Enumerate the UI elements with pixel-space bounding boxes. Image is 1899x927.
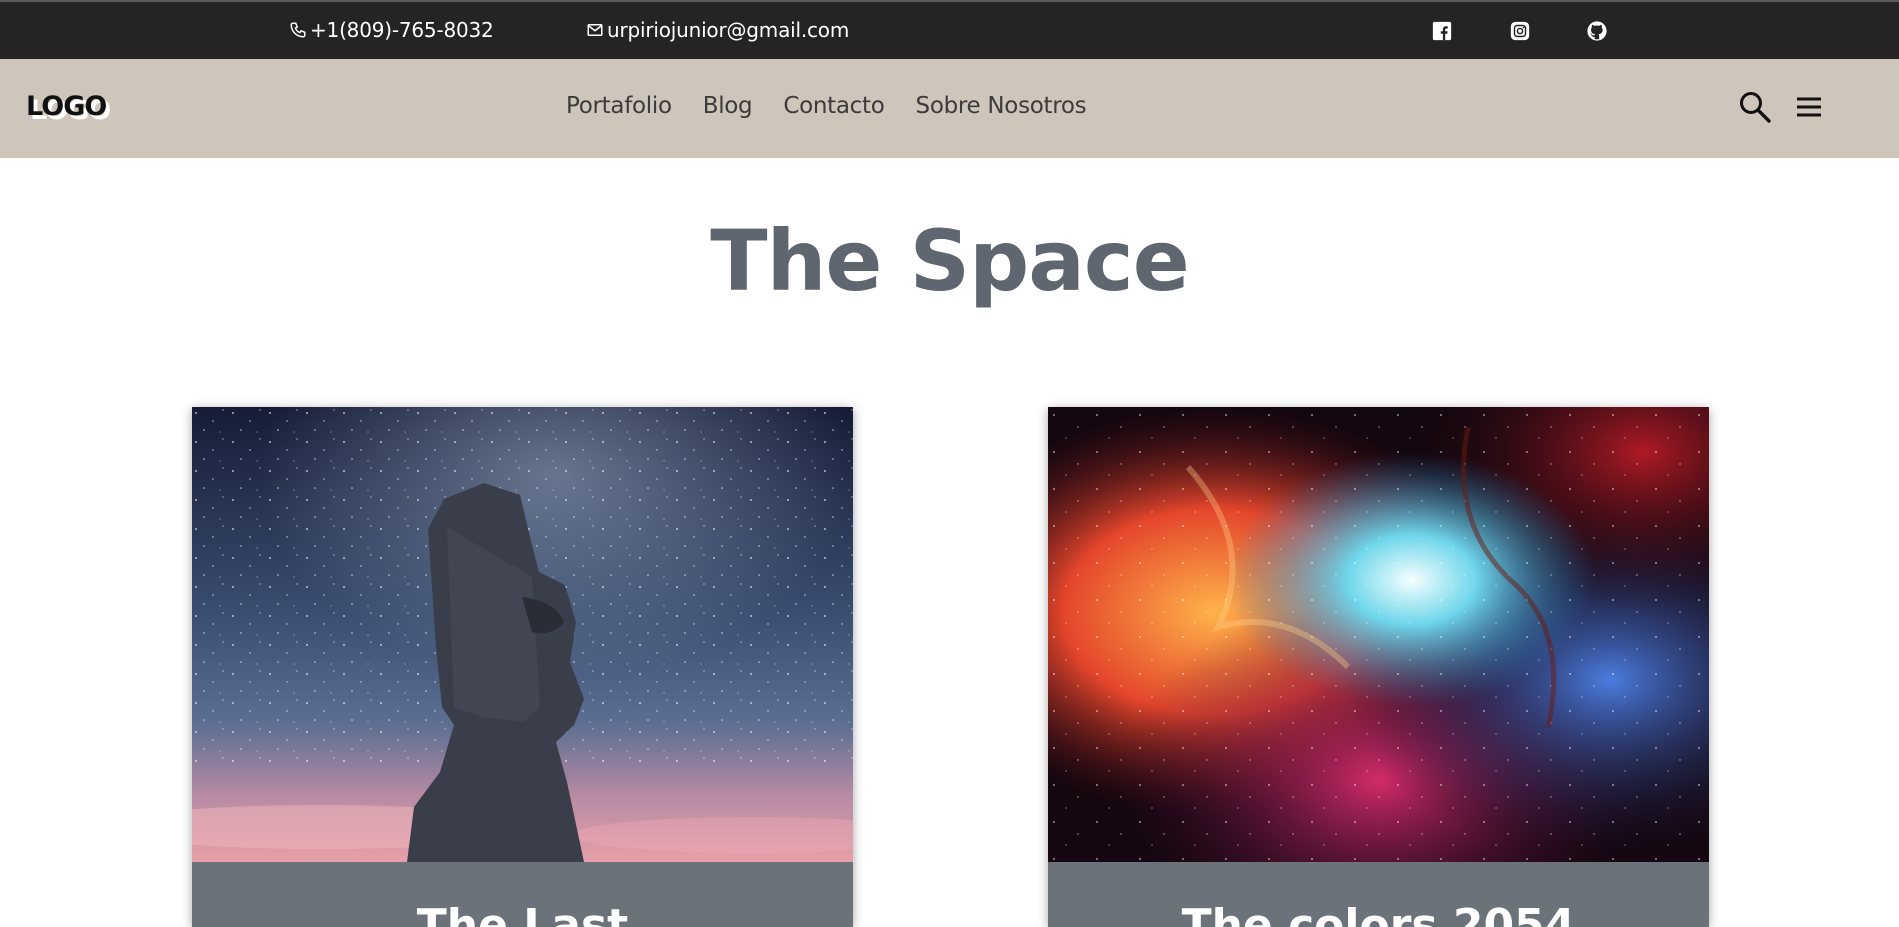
- search-icon: [1740, 92, 1771, 123]
- phone-number: +1(809)-765-8032: [310, 18, 494, 42]
- menu-button[interactable]: [1792, 90, 1826, 124]
- nav-link-contacto[interactable]: Contacto: [783, 93, 884, 119]
- nav-link-blog[interactable]: Blog: [703, 93, 753, 119]
- phone-icon: [290, 22, 306, 38]
- nav-link-portafolio[interactable]: Portafolio: [566, 93, 672, 119]
- site-logo[interactable]: LOGO: [26, 91, 107, 122]
- mail-icon: [587, 24, 603, 36]
- email-contact[interactable]: urpiriojunior@gmail.com: [586, 18, 849, 42]
- nebula-image: [1048, 407, 1709, 862]
- moai-statue-image: [192, 407, 853, 862]
- main-navbar: LOGO Portafolio Blog Contacto Sobre Noso…: [0, 59, 1899, 158]
- page-title: The Space: [710, 212, 1189, 310]
- facebook-icon: [1432, 21, 1452, 41]
- card-footer: The Last: [192, 862, 853, 927]
- card-title: The colors 2054: [1181, 900, 1576, 927]
- menu-icon: [1797, 97, 1821, 117]
- instagram-icon: [1510, 21, 1530, 41]
- facebook-link[interactable]: [1431, 20, 1453, 42]
- top-contact-bar: +1(809)-765-8032 urpiriojunior@gmail.com: [0, 0, 1899, 59]
- card-footer: The colors 2054: [1048, 862, 1709, 927]
- phone-contact[interactable]: +1(809)-765-8032: [289, 18, 494, 42]
- nav-links: Portafolio Blog Contacto Sobre Nosotros: [566, 93, 1087, 119]
- search-button[interactable]: [1738, 90, 1772, 124]
- github-icon: [1587, 21, 1607, 41]
- github-link[interactable]: [1586, 20, 1608, 42]
- card-the-last[interactable]: The Last: [192, 407, 853, 927]
- email-address: urpiriojunior@gmail.com: [607, 18, 850, 42]
- card-the-colors-2054[interactable]: The colors 2054: [1048, 407, 1709, 927]
- instagram-link[interactable]: [1509, 20, 1531, 42]
- card-title: The Last: [416, 900, 629, 927]
- nav-link-sobre-nosotros[interactable]: Sobre Nosotros: [916, 93, 1087, 119]
